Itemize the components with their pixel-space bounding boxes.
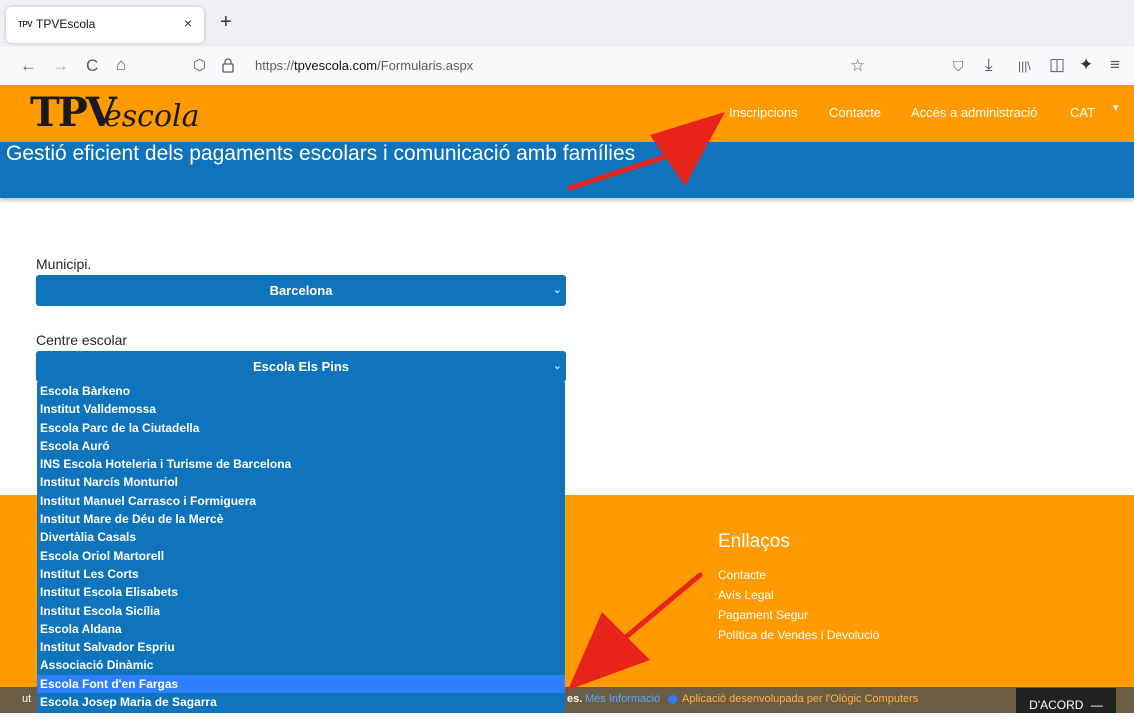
- minus-icon: —: [1090, 698, 1103, 712]
- url-text: https://tpvescola.com/Formularis.aspx: [255, 58, 474, 73]
- option-escola-aldana[interactable]: Escola Aldana: [37, 620, 565, 638]
- municipi-select[interactable]: Barcelona ⌄: [36, 275, 566, 306]
- accept-cookies-button[interactable]: D'ACORD —: [1016, 688, 1116, 713]
- option-institut-narcis-monturiol[interactable]: Institut Narcís Monturiol: [37, 473, 565, 491]
- option-escola-josep-maria-sagarra[interactable]: Escola Josep Maria de Sagarra: [37, 693, 565, 711]
- footer-link-pagament[interactable]: Pagament Segur: [718, 608, 808, 622]
- download-icon[interactable]: ⤓: [985, 55, 993, 75]
- footer-link-politica[interactable]: Política de Vendes i Devolució: [718, 628, 879, 642]
- forward-icon[interactable]: →: [52, 56, 69, 76]
- option-institut-mare-deu-merce[interactable]: Institut Mare de Déu de la Mercè: [37, 510, 565, 528]
- logo-escola[interactable]: escola: [104, 99, 200, 134]
- home-icon[interactable]: ⌂: [116, 55, 126, 75]
- pocket-icon[interactable]: ⛉: [953, 56, 964, 76]
- option-institut-salvador-espriu[interactable]: Institut Salvador Espriu: [37, 638, 565, 656]
- centre-options-list[interactable]: Escola Bàrkeno Institut Valldemossa Esco…: [37, 382, 565, 713]
- language-caret-icon[interactable]: ▾: [1113, 101, 1119, 114]
- menu-icon[interactable]: ≡: [1110, 55, 1120, 75]
- centre-value: Escola Els Pins: [252, 359, 350, 374]
- tpv-favicon-icon: TPV: [18, 20, 33, 29]
- option-divertalia-casals[interactable]: Divertàlia Casals: [37, 528, 565, 546]
- accept-label: D'ACORD: [1029, 698, 1084, 712]
- browser-tab-bar: TPV TPVEscola × +: [0, 0, 1134, 47]
- cookie-text-left: ut: [22, 693, 32, 705]
- chevron-down-icon: ⌄: [552, 284, 562, 296]
- tab-title: TPVEscola: [36, 17, 96, 31]
- browser-nav-bar: ← → C ⌂ ⬡ https://tpvescola.com/Formular…: [0, 47, 1134, 86]
- option-institut-les-corts[interactable]: Institut Les Corts: [37, 565, 565, 583]
- banner-text: Gestió eficient dels pagaments escolars …: [6, 142, 636, 165]
- nav-contacte[interactable]: Contacte: [829, 105, 881, 120]
- footer-link-contacte[interactable]: Contacte: [718, 568, 766, 582]
- option-institut-manuel-carrasco[interactable]: Institut Manuel Carrasco i Formiguera: [37, 492, 565, 510]
- footer-link-avis-legal[interactable]: Avís Legal: [718, 588, 774, 602]
- option-institut-escola-sicilia[interactable]: Institut Escola Sicília: [37, 602, 565, 620]
- chevron-down-icon: ⌄: [552, 360, 562, 372]
- option-escola-oriol-martorell[interactable]: Escola Oriol Martorell: [37, 547, 565, 565]
- option-institut-valldemossa[interactable]: Institut Valldemossa: [37, 400, 565, 418]
- sidebar-icon[interactable]: ◫: [1049, 55, 1065, 75]
- option-associacio-dinamic[interactable]: Associació Dinàmic: [37, 656, 565, 674]
- nav-admin[interactable]: Accés a administració: [911, 105, 1037, 120]
- cookie-more-link[interactable]: Més Informació: [585, 693, 660, 705]
- info-icon: [668, 695, 677, 704]
- new-tab-icon[interactable]: +: [220, 12, 232, 32]
- library-icon[interactable]: |||\: [1018, 56, 1031, 76]
- centre-label: Centre escolar: [36, 332, 128, 348]
- hero-banner: Gestió eficient dels pagaments escolars …: [0, 142, 1134, 198]
- municipi-label: Municipi.: [36, 256, 92, 272]
- footer-links-title: Enllaços: [718, 531, 790, 552]
- option-escola-parc-ciutadella[interactable]: Escola Parc de la Ciutadella: [37, 419, 565, 437]
- nav-inscripcions[interactable]: Inscripcions: [729, 105, 798, 120]
- bookmark-star-icon[interactable]: ☆: [850, 56, 865, 76]
- option-ins-hoteleria[interactable]: INS Escola Hoteleria i Turisme de Barcel…: [37, 455, 565, 473]
- url-bar[interactable]: ⬡ https://tpvescola.com/Formularis.aspx …: [193, 51, 880, 81]
- lock-icon[interactable]: [222, 58, 234, 73]
- option-escola-font-den-fargas[interactable]: Escola Font d'en Fargas: [37, 674, 565, 694]
- reload-icon[interactable]: C: [86, 56, 98, 76]
- extension-icon[interactable]: ✦: [1079, 55, 1093, 75]
- site-header: TPV escola Inscripcions Contacte Accés a…: [0, 85, 1134, 142]
- cookie-text-mid: es.: [567, 693, 583, 705]
- nav-language[interactable]: CAT: [1070, 105, 1095, 120]
- option-escola-auro[interactable]: Escola Auró: [37, 437, 565, 455]
- municipi-value: Barcelona: [269, 283, 333, 298]
- tab-close-icon[interactable]: ×: [184, 15, 192, 31]
- centre-select[interactable]: Escola Els Pins ⌄: [36, 351, 566, 382]
- option-institut-escola-elisabets[interactable]: Institut Escola Elisabets: [37, 583, 565, 601]
- back-icon[interactable]: ←: [20, 56, 37, 76]
- shield-icon[interactable]: ⬡: [193, 56, 206, 76]
- logo-tpv[interactable]: TPV: [30, 89, 117, 136]
- option-escola-barkeno[interactable]: Escola Bàrkeno: [37, 382, 565, 400]
- cookie-credit: Aplicació desenvolupada per l'Ològic Com…: [682, 693, 919, 705]
- browser-tab[interactable]: TPV TPVEscola ×: [6, 7, 204, 43]
